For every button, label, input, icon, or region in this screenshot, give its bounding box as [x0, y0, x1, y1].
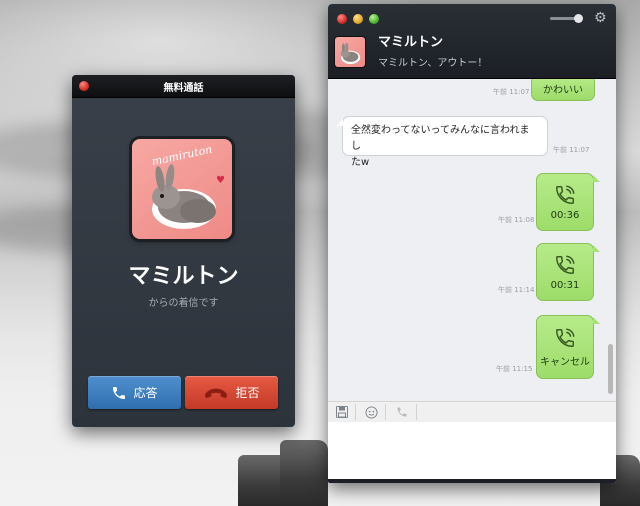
message-input[interactable] [328, 422, 616, 483]
rabbit-thumbnail [340, 42, 361, 64]
phone-icon [556, 328, 575, 347]
zoom-window-button[interactable] [369, 14, 379, 24]
scrollbar-thumb[interactable] [608, 344, 613, 394]
bubble-tail [336, 119, 343, 126]
volume-slider[interactable] [550, 14, 583, 23]
phone-icon [556, 185, 575, 204]
call-history-bubble[interactable]: 00:31 [536, 243, 594, 301]
chat-toolbar [328, 401, 616, 423]
message-timestamp: 午前 11:07 [553, 146, 590, 154]
toolbar-divider [416, 404, 417, 420]
contact-name: マミルトン [378, 35, 444, 50]
volume-slider-knob[interactable] [574, 14, 583, 23]
message-text: かわいい [543, 84, 583, 96]
message-bubble-outgoing[interactable]: かわいい [531, 79, 595, 101]
incoming-call-window: 無料通話 mamiruton ♥ マミルトン からの着信です 応答 拒否 [72, 75, 295, 427]
rabbit-photo: mamiruton ♥ [151, 143, 225, 229]
heart-icon: ♥ [216, 175, 225, 186]
caller-name: マミルトン [128, 264, 239, 289]
phone-icon [556, 255, 575, 274]
message-timestamp: 午前 11:08 [498, 216, 535, 224]
desktop-background: 無料通話 mamiruton ♥ マミルトン からの着信です 応答 拒否 ⚙ マ… [0, 0, 640, 506]
answer-label: 応答 [133, 386, 158, 400]
avatar-handwriting: mamiruton [151, 143, 214, 168]
decline-button[interactable]: 拒否 [185, 376, 278, 409]
message-timestamp: 午前 11:15 [496, 365, 533, 373]
message-timestamp: 午前 11:14 [498, 286, 535, 294]
caller-avatar: mamiruton ♥ [132, 139, 232, 239]
contact-avatar[interactable] [335, 37, 365, 67]
floppy-icon[interactable] [332, 404, 352, 420]
call-history-bubble[interactable]: 00:36 [536, 173, 594, 231]
bubble-tail [593, 175, 600, 182]
emoticon-icon[interactable] [361, 404, 381, 420]
decline-label: 拒否 [235, 386, 260, 400]
message-text-line: 全然変わってないってみんなに言われまし [351, 125, 530, 152]
incoming-call-text: からの着信です [148, 298, 219, 309]
bubble-tail [593, 317, 600, 324]
message-bubble-incoming[interactable]: 全然変わってないってみんなに言われまし たw [342, 116, 548, 168]
toolbar-divider [385, 404, 386, 420]
call-duration: 00:36 [550, 209, 580, 221]
call-status-label: キャンセル [540, 356, 590, 368]
chat-window-bottom-edge [328, 479, 616, 483]
contact-status-message: マミルトン、アウトー！ [378, 58, 488, 69]
phone-icon[interactable] [392, 404, 412, 420]
chat-header: ⚙ マミルトン マミルトン、アウトー！ [328, 4, 616, 79]
minimize-window-button[interactable] [353, 14, 363, 24]
message-list[interactable]: 午前 11:07 かわいい 全然変わってないってみんなに言われまし たw 午前 … [328, 79, 616, 401]
hang-up-icon [205, 388, 228, 398]
call-history-bubble[interactable]: キャンセル [536, 315, 594, 379]
message-timestamp: 午前 11:07 [493, 88, 530, 96]
chat-window: ⚙ マミルトン マミルトン、アウトー！ 午前 11:07 かわいい 全然変わって… [328, 4, 616, 483]
background-rock [280, 440, 328, 506]
gear-icon[interactable]: ⚙ [594, 10, 607, 26]
phone-icon [113, 386, 126, 399]
call-duration: 00:31 [550, 279, 580, 291]
close-window-button[interactable] [337, 14, 347, 24]
call-window-title: 無料通話 [163, 83, 204, 94]
message-text-line: たw [351, 157, 370, 168]
toolbar-divider [355, 404, 356, 420]
answer-button[interactable]: 応答 [88, 376, 181, 409]
bubble-tail [593, 245, 600, 252]
call-titlebar: 無料通話 [72, 75, 295, 98]
